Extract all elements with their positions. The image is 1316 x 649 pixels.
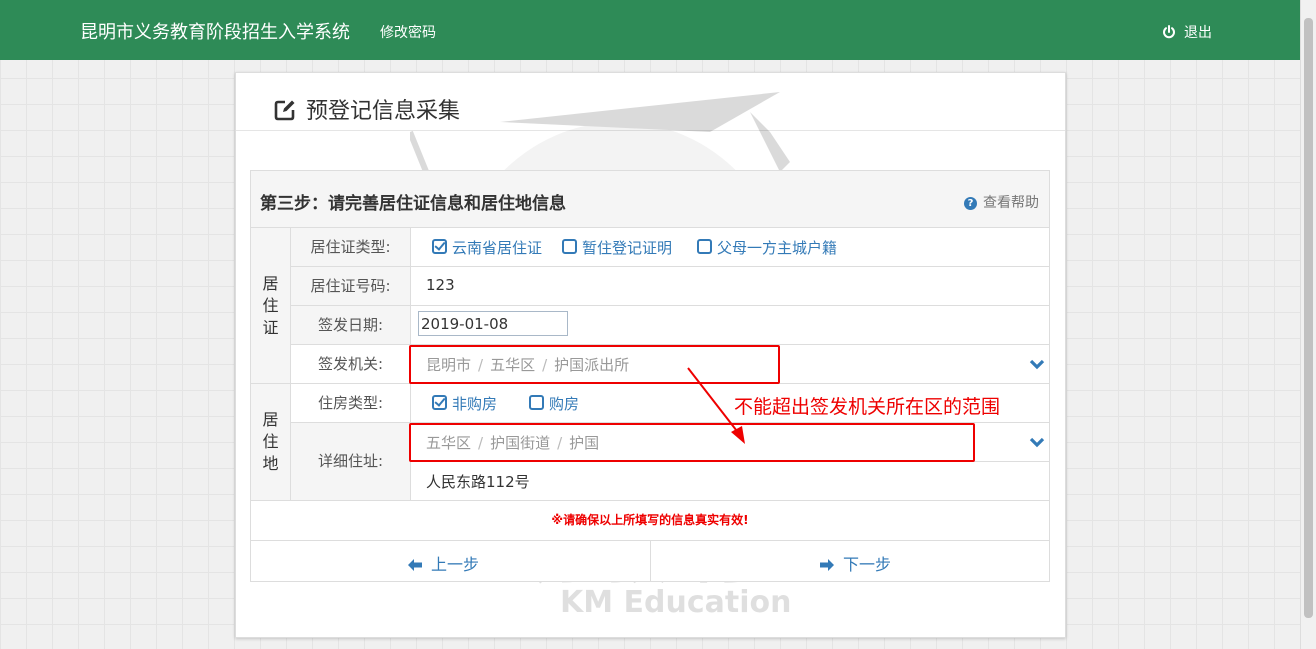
permit-type-label: 居住证类型: bbox=[291, 228, 410, 266]
option-label: 云南省居住证 bbox=[452, 239, 543, 257]
cascader-level: 五华区 bbox=[490, 356, 536, 374]
issuing-authority-label: 签发机关: bbox=[291, 345, 410, 383]
chevron-down-icon[interactable] bbox=[1029, 359, 1045, 371]
step3-panel: 第三步：请完善居住证信息和居住地信息 ? 查看帮助 居 住 证 居 住 地 居住证… bbox=[250, 170, 1050, 582]
cascader-level: 护国街道 bbox=[490, 434, 551, 452]
help-link[interactable]: ? 查看帮助 bbox=[964, 192, 1039, 212]
housing-option-purchase[interactable]: 购房 bbox=[529, 393, 579, 414]
row-divider bbox=[290, 344, 1049, 345]
permit-number-value[interactable]: 123 bbox=[426, 276, 455, 294]
housing-type-label: 住房类型: bbox=[291, 384, 410, 422]
street-address-value[interactable]: 人民东路112号 bbox=[426, 471, 530, 492]
logout-label: 退出 bbox=[1184, 25, 1212, 41]
group-char: 住 bbox=[262, 431, 279, 451]
row-divider bbox=[251, 500, 1049, 501]
group-char: 证 bbox=[262, 317, 279, 337]
permit-number-label: 居住证号码: bbox=[291, 267, 410, 305]
panel-title: 第三步：请完善居住证信息和居住地信息 bbox=[260, 194, 566, 214]
option-label: 父母一方主城户籍 bbox=[717, 239, 838, 257]
help-label: 查看帮助 bbox=[983, 195, 1039, 211]
address-cascader[interactable]: 五华区 / 护国街道 / 护国 bbox=[426, 432, 599, 453]
cascader-level: 五华区 bbox=[426, 434, 472, 452]
permit-type-option-temporary[interactable]: 暂住登记证明 bbox=[562, 237, 672, 258]
page-title-text: 预登记信息采集 bbox=[306, 99, 461, 124]
title-divider bbox=[236, 130, 1065, 131]
logout-button[interactable]: 退出 bbox=[1162, 22, 1212, 42]
housing-option-non-purchase[interactable]: 非购房 bbox=[432, 393, 497, 414]
group-char: 住 bbox=[262, 295, 279, 315]
prev-step-label: 上一步 bbox=[431, 555, 480, 574]
col-divider bbox=[290, 227, 291, 500]
power-icon bbox=[1163, 25, 1175, 39]
residence-group-cell: 居 住 地 bbox=[251, 383, 290, 500]
next-step-label: 下一步 bbox=[843, 555, 892, 574]
row-divider bbox=[290, 266, 1049, 267]
col-divider bbox=[650, 540, 651, 581]
checkbox-checked-icon bbox=[432, 239, 447, 254]
issue-date-input[interactable] bbox=[418, 311, 568, 336]
row-divider bbox=[251, 227, 1049, 228]
row-divider bbox=[290, 305, 1049, 306]
option-label: 非购房 bbox=[452, 395, 498, 413]
checkbox-icon bbox=[562, 239, 577, 254]
change-password-link[interactable]: 修改密码 bbox=[380, 22, 436, 42]
scrollbar-thumb[interactable] bbox=[1304, 18, 1313, 618]
checkbox-icon bbox=[697, 239, 712, 254]
cascader-level: 护国 bbox=[569, 434, 600, 452]
prev-step-button[interactable]: 上一步 bbox=[407, 551, 479, 575]
chevron-down-icon[interactable] bbox=[1029, 437, 1045, 449]
accuracy-warning: ※请确保以上所填写的信息真实有效! bbox=[551, 513, 749, 527]
checkbox-checked-icon bbox=[432, 395, 447, 410]
col-divider bbox=[410, 227, 411, 500]
group-char: 地 bbox=[262, 453, 279, 473]
cascader-level: 昆明市 bbox=[426, 356, 472, 374]
issue-date-label: 签发日期: bbox=[291, 306, 410, 344]
question-icon: ? bbox=[964, 197, 977, 210]
option-label: 购房 bbox=[549, 395, 580, 413]
permit-type-option-parent[interactable]: 父母一方主城户籍 bbox=[697, 237, 837, 258]
page-scrollbar[interactable] bbox=[1300, 0, 1316, 649]
arrow-left-icon bbox=[408, 559, 422, 571]
edit-icon bbox=[274, 100, 295, 121]
option-label: 暂住登记证明 bbox=[582, 239, 673, 257]
next-step-button[interactable]: 下一步 bbox=[819, 551, 891, 575]
panel-heading: 第三步：请完善居住证信息和居住地信息 ? 查看帮助 bbox=[251, 171, 1049, 227]
permit-type-option-yunnan[interactable]: 云南省居住证 bbox=[432, 237, 542, 258]
row-divider bbox=[290, 422, 1049, 423]
address-label: 详细住址: bbox=[291, 423, 410, 500]
top-navbar: 昆明市义务教育阶段招生入学系统 修改密码 退出 bbox=[0, 0, 1300, 60]
cascader-level: 护国派出所 bbox=[554, 356, 630, 374]
row-divider bbox=[251, 383, 1049, 384]
page-title: 预登记信息采集 bbox=[274, 93, 460, 125]
arrow-right-icon bbox=[820, 559, 834, 571]
group-char: 居 bbox=[262, 273, 279, 293]
checkbox-icon bbox=[529, 395, 544, 410]
app-title: 昆明市义务教育阶段招生入学系统 bbox=[80, 22, 350, 43]
annotation-text: 不能超出签发机关所在区的范围 bbox=[734, 396, 1001, 418]
row-divider bbox=[410, 461, 1049, 462]
permit-group-cell: 居 住 证 bbox=[251, 228, 290, 383]
group-char: 居 bbox=[262, 409, 279, 429]
issuing-authority-cascader[interactable]: 昆明市 / 五华区 / 护国派出所 bbox=[426, 354, 629, 375]
